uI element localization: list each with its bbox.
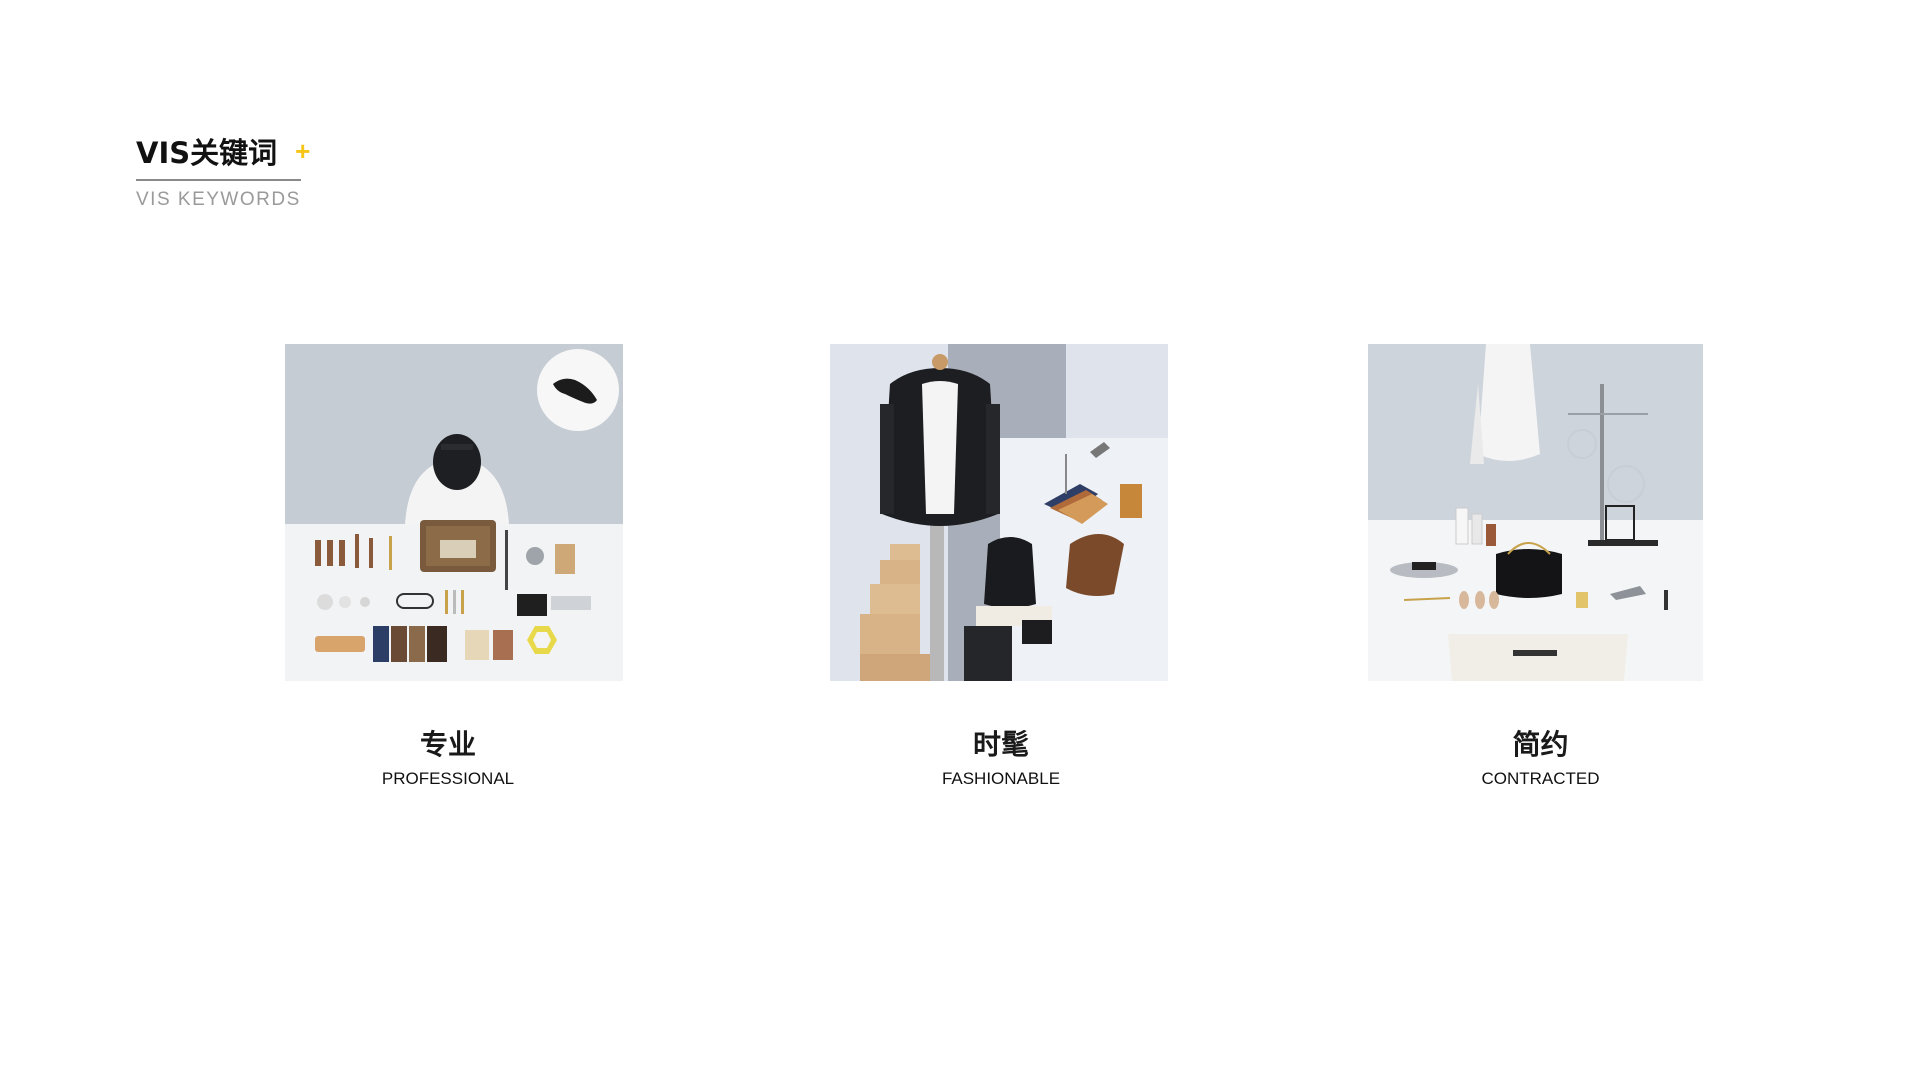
keyword-card-contracted: 简约 CONTRACTED bbox=[1368, 344, 1703, 789]
title-underline bbox=[136, 179, 301, 181]
page-title: VIS关键词 bbox=[136, 136, 278, 170]
contracted-lab-photo bbox=[1368, 344, 1703, 681]
keyword-label-en: CONTRACTED bbox=[1481, 769, 1600, 788]
keyword-label-en: FASHIONABLE bbox=[941, 769, 1061, 788]
keyword-card-professional: 专业 PROFESSIONAL bbox=[285, 344, 623, 789]
keyword-card-fashionable: 时髦 FASHIONABLE bbox=[830, 344, 1168, 789]
page: VIS关键词 + VIS KEYWORDS 专业 PROFESSIONAL 时髦… bbox=[0, 0, 1920, 1080]
keyword-label-cn: 时髦 bbox=[972, 728, 1029, 761]
keyword-label-cn: 专业 bbox=[419, 728, 476, 761]
contracted-photo-graphic bbox=[1368, 344, 1703, 681]
plus-icon: + bbox=[295, 136, 311, 166]
page-subtitle: VIS KEYWORDS bbox=[136, 189, 301, 210]
title-row: VIS关键词 + bbox=[136, 130, 310, 172]
section-header: VIS关键词 + VIS KEYWORDS bbox=[136, 130, 310, 211]
fashionable-photo-graphic bbox=[830, 344, 1168, 681]
professional-photo-graphic bbox=[285, 344, 623, 681]
keyword-label-cn: 简约 bbox=[1512, 728, 1569, 761]
fashionable-mannequin-photo bbox=[830, 344, 1168, 681]
professional-flatlay-photo bbox=[285, 344, 623, 681]
keyword-label-en: PROFESSIONAL bbox=[381, 769, 515, 788]
